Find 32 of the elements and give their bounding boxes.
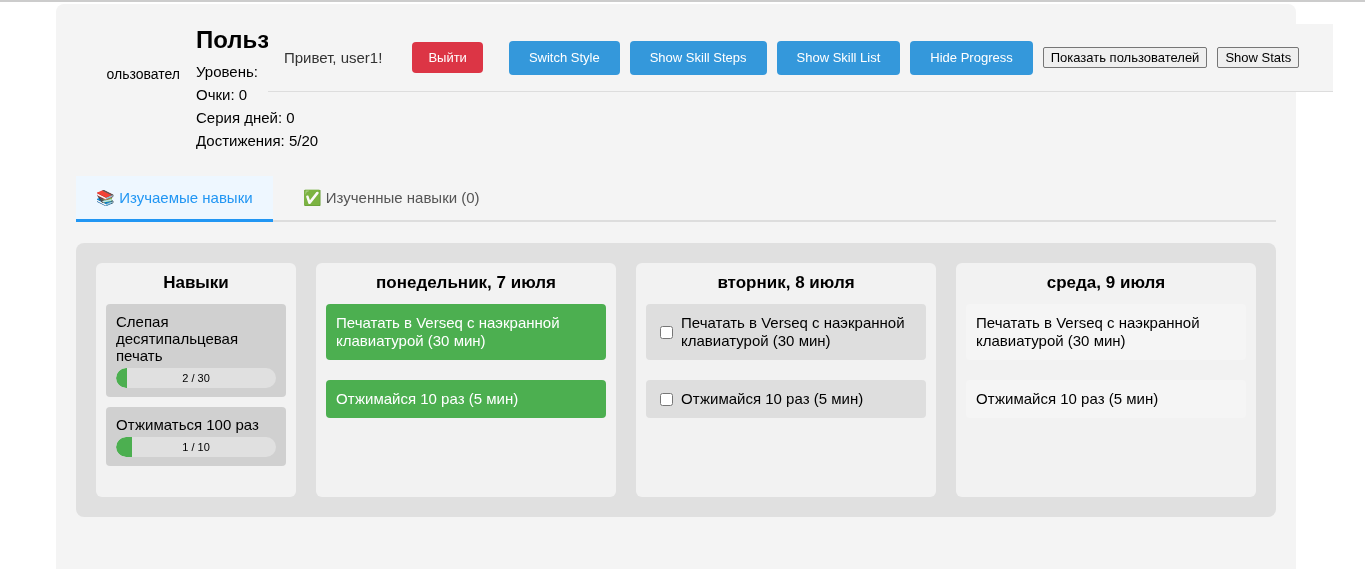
- user-stat: Достижения: 5/20: [196, 131, 319, 151]
- column-title: вторник, 8 июля: [716, 273, 856, 294]
- task-text: Отжимайся 10 раз (5 мин): [681, 390, 864, 408]
- column-title: понедельник, 7 июля: [375, 273, 557, 294]
- task-card[interactable]: Отжимайся 10 раз (5 мин): [646, 380, 926, 418]
- avatar-alt-text: ользовател: [106, 66, 180, 82]
- header-button[interactable]: Показать пользователей: [1042, 47, 1208, 68]
- task-text: Отжимайся 10 раз (5 мин): [336, 390, 519, 407]
- column-title: Навыки: [162, 273, 230, 294]
- progress-text: 1 / 10: [181, 440, 211, 455]
- task-text: Печатать в Verseq с наэкранной клавиатурой (30 мин): [336, 314, 560, 349]
- task-checkbox[interactable]: [660, 392, 673, 406]
- header-button[interactable]: Show Stats: [1217, 47, 1300, 68]
- skill-card[interactable]: Слепая десятипальцевая печать 2 / 30: [106, 304, 286, 397]
- skill-name: Слепая десятипальцевая печать: [116, 313, 240, 364]
- column-title: среда, 9 июля: [1045, 273, 1167, 294]
- task-text: Печатать в Verseq с наэкранной клавиатурой (30 мин): [976, 314, 1200, 349]
- skill-card[interactable]: Отжиматься 100 раз 1 / 10: [106, 407, 286, 466]
- task-card[interactable]: Печатать в Verseq с наэкранной клавиатурой (30 мин): [646, 304, 926, 360]
- task-checkbox[interactable]: [660, 325, 673, 339]
- user-stat: Уровень:: [196, 62, 259, 82]
- tab[interactable]: ✅ Изученные навыки (0): [282, 176, 500, 222]
- skill-name: Отжиматься 100 раз: [116, 416, 260, 433]
- tab[interactable]: 📚 Изучаемые навыки: [76, 176, 273, 222]
- task-text: Печатать в Verseq с наэкранной клавиатурой (30 мин): [681, 314, 906, 350]
- greeting: Привет, user1!: [284, 49, 383, 66]
- user-name: Польз: [196, 26, 271, 54]
- task-text: Отжимайся 10 раз (5 мин): [976, 390, 1159, 407]
- progress-text: 2 / 30: [181, 371, 211, 386]
- user-stat: Серия дней: 0: [196, 108, 296, 128]
- user-stat: Очки: 0: [196, 85, 249, 105]
- logout-button[interactable]: Выйти: [412, 42, 483, 73]
